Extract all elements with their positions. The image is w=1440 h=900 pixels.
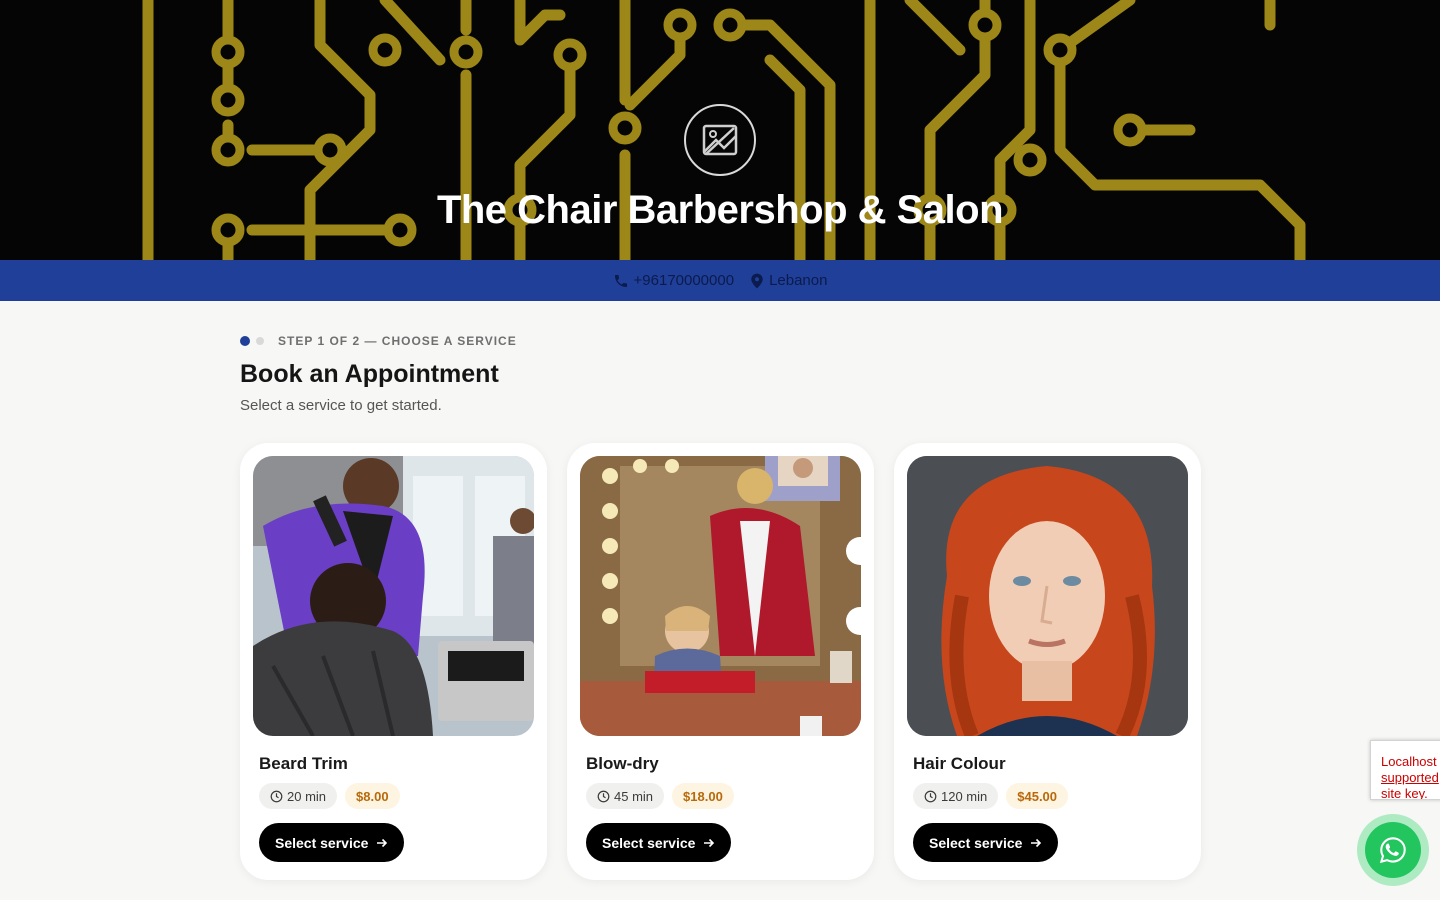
phone-icon bbox=[614, 274, 627, 287]
select-service-label: Select service bbox=[275, 834, 369, 851]
duration-badge: 45 min bbox=[586, 783, 665, 809]
recaptcha-error-text: Localhost bbox=[1381, 754, 1437, 769]
select-service-button[interactable]: Select service bbox=[913, 823, 1059, 862]
duration-text: 120 min bbox=[941, 788, 988, 804]
service-name: Hair Colour bbox=[913, 754, 1006, 773]
location-text: Lebanon bbox=[769, 272, 828, 289]
service-image bbox=[907, 456, 1188, 736]
select-service-button[interactable]: Select service bbox=[586, 823, 732, 862]
service-card[interactable]: Hair Colour 120 min $45.00 Select servic… bbox=[894, 443, 1201, 880]
step-dot-inactive bbox=[256, 337, 264, 345]
select-service-label: Select service bbox=[929, 834, 1023, 851]
duration-badge: 20 min bbox=[259, 783, 338, 809]
step-dot-active bbox=[240, 336, 250, 346]
hero-banner: The Chair Barbershop & Salon bbox=[0, 0, 1440, 260]
select-service-label: Select service bbox=[602, 834, 696, 851]
price-badge: $18.00 bbox=[672, 783, 734, 809]
arrow-right-icon bbox=[704, 838, 715, 847]
select-service-button[interactable]: Select service bbox=[259, 823, 405, 862]
recaptcha-link-2[interactable]: site key. bbox=[1381, 786, 1440, 799]
clock-icon bbox=[597, 790, 610, 802]
price-badge: $45.00 bbox=[1006, 783, 1069, 809]
service-name: Beard Trim bbox=[259, 754, 348, 773]
recaptcha-link[interactable]: supported bbox=[1381, 770, 1440, 786]
clock-icon bbox=[270, 790, 283, 802]
image-placeholder-icon bbox=[702, 124, 738, 156]
arrow-right-icon bbox=[377, 838, 388, 847]
business-name: The Chair Barbershop & Salon bbox=[436, 188, 1004, 232]
service-name: Blow-dry bbox=[586, 754, 659, 773]
duration-text: 20 min bbox=[287, 788, 327, 804]
duration-text: 45 min bbox=[614, 788, 654, 804]
duration-badge: 120 min bbox=[913, 783, 999, 809]
service-card[interactable]: Beard Trim 20 min $8.00 Select service bbox=[240, 443, 547, 880]
whatsapp-icon bbox=[1379, 837, 1406, 864]
clock-icon bbox=[924, 790, 937, 802]
step-indicator: STEP 1 OF 2 — CHOOSE A SERVICE bbox=[240, 330, 1200, 352]
step-label: STEP 1 OF 2 — CHOOSE A SERVICE bbox=[278, 334, 517, 348]
location-info: Lebanon bbox=[750, 272, 827, 289]
phone-info[interactable]: +96170000000 bbox=[613, 272, 735, 289]
page-subtitle: Select a service to get started. bbox=[240, 397, 442, 414]
service-image bbox=[253, 456, 534, 736]
service-list: Beard Trim 20 min $8.00 Select service B… bbox=[240, 443, 1201, 880]
contact-info-bar: +96170000000 Lebanon bbox=[0, 260, 1440, 301]
service-image bbox=[580, 456, 861, 736]
recaptcha-badge[interactable]: Localhost supported site key. bbox=[1370, 740, 1440, 800]
service-card[interactable]: Blow-dry 45 min $18.00 Select service bbox=[567, 443, 874, 880]
booking-section: STEP 1 OF 2 — CHOOSE A SERVICE Book an A… bbox=[240, 330, 1201, 880]
arrow-right-icon bbox=[1031, 838, 1042, 847]
phone-number: +96170000000 bbox=[633, 272, 735, 289]
business-logo bbox=[684, 104, 756, 176]
map-pin-icon bbox=[751, 273, 763, 288]
whatsapp-button[interactable] bbox=[1357, 814, 1429, 886]
price-badge: $8.00 bbox=[345, 783, 400, 809]
page-title: Book an Appointment bbox=[240, 360, 499, 388]
whatsapp-button-inner[interactable] bbox=[1365, 822, 1421, 878]
